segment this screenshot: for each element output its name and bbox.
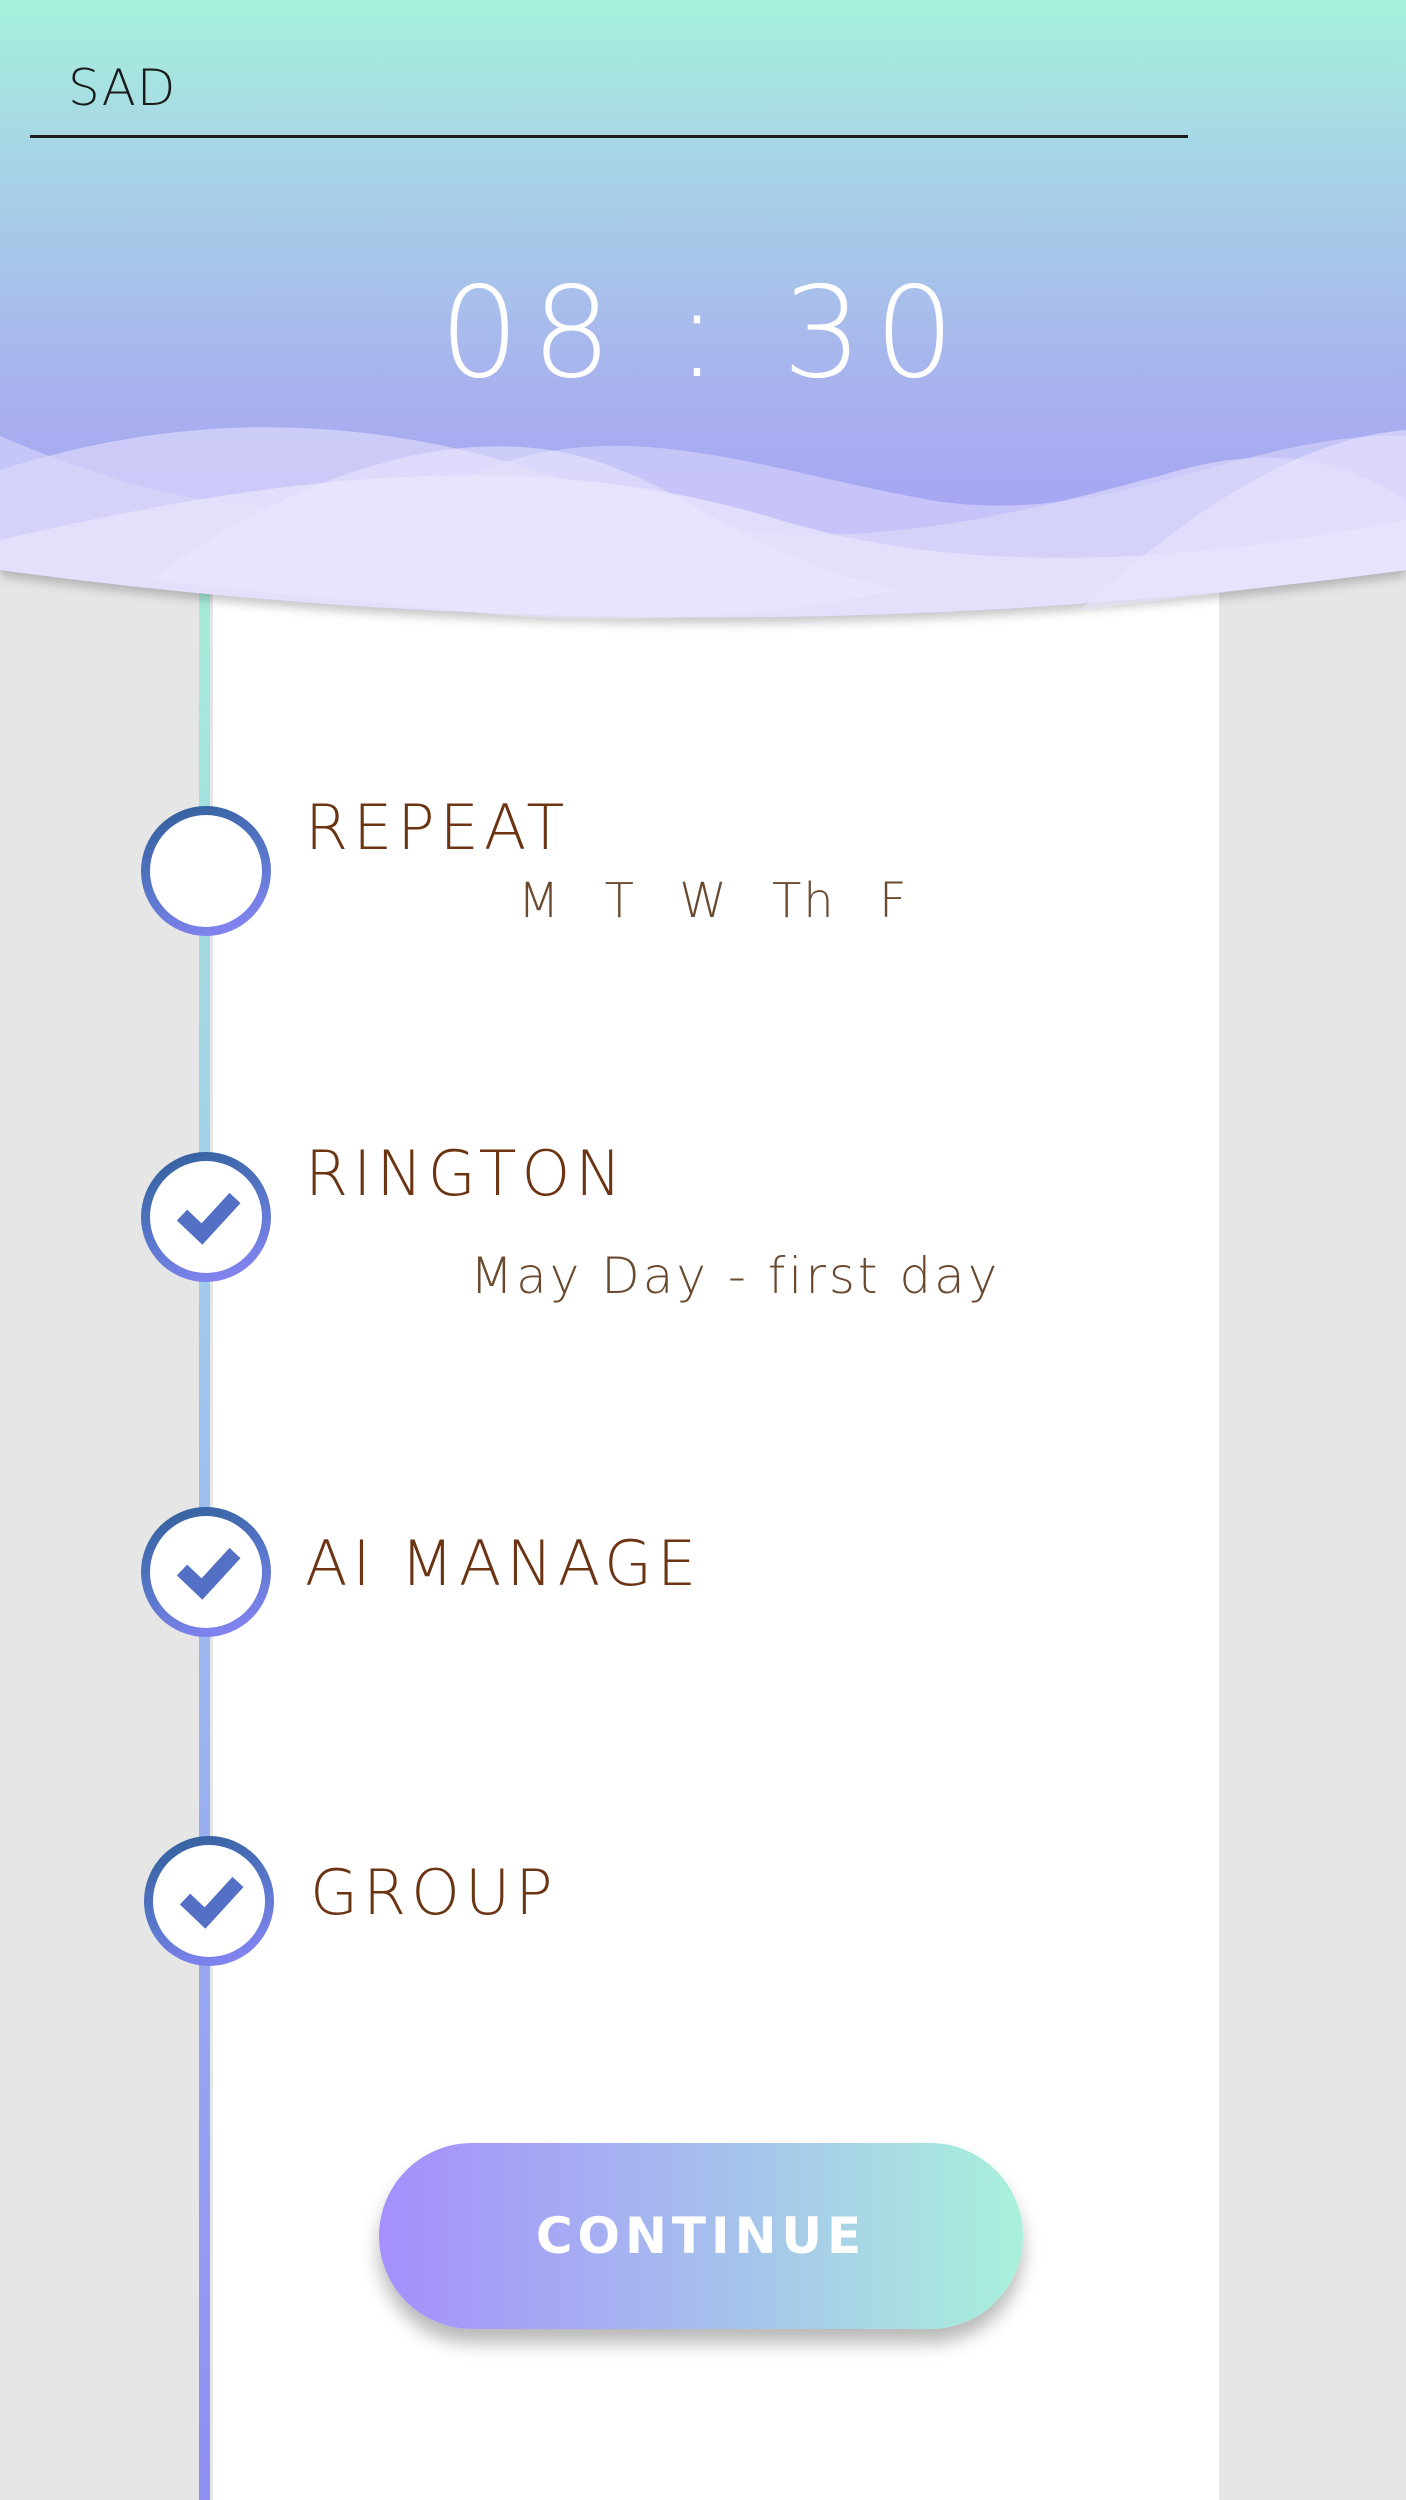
group-title: GROUP xyxy=(310,1856,558,1929)
check-icon xyxy=(179,1876,244,1929)
ringtone-title: RINGTON xyxy=(305,1137,627,1210)
ringtone-check-circle[interactable] xyxy=(141,1152,271,1282)
continue-button[interactable]: CONTINUE xyxy=(379,2143,1023,2329)
ai-manage-title: AI MANAGE xyxy=(305,1527,702,1600)
ringtone-name[interactable]: May Day - first day xyxy=(470,1247,1000,1305)
alarm-label-input[interactable] xyxy=(30,40,1188,138)
ai-manage-check-circle[interactable] xyxy=(141,1507,271,1637)
group-check-circle[interactable] xyxy=(144,1836,274,1966)
alarm-time-display[interactable]: 08 : 30 xyxy=(0,258,1406,408)
check-icon xyxy=(176,1192,241,1245)
repeat-title: REPEAT xyxy=(305,791,570,864)
repeat-toggle-circle[interactable] xyxy=(141,806,271,936)
repeat-days[interactable]: M T W Th F xyxy=(518,873,909,929)
check-icon xyxy=(176,1547,241,1600)
